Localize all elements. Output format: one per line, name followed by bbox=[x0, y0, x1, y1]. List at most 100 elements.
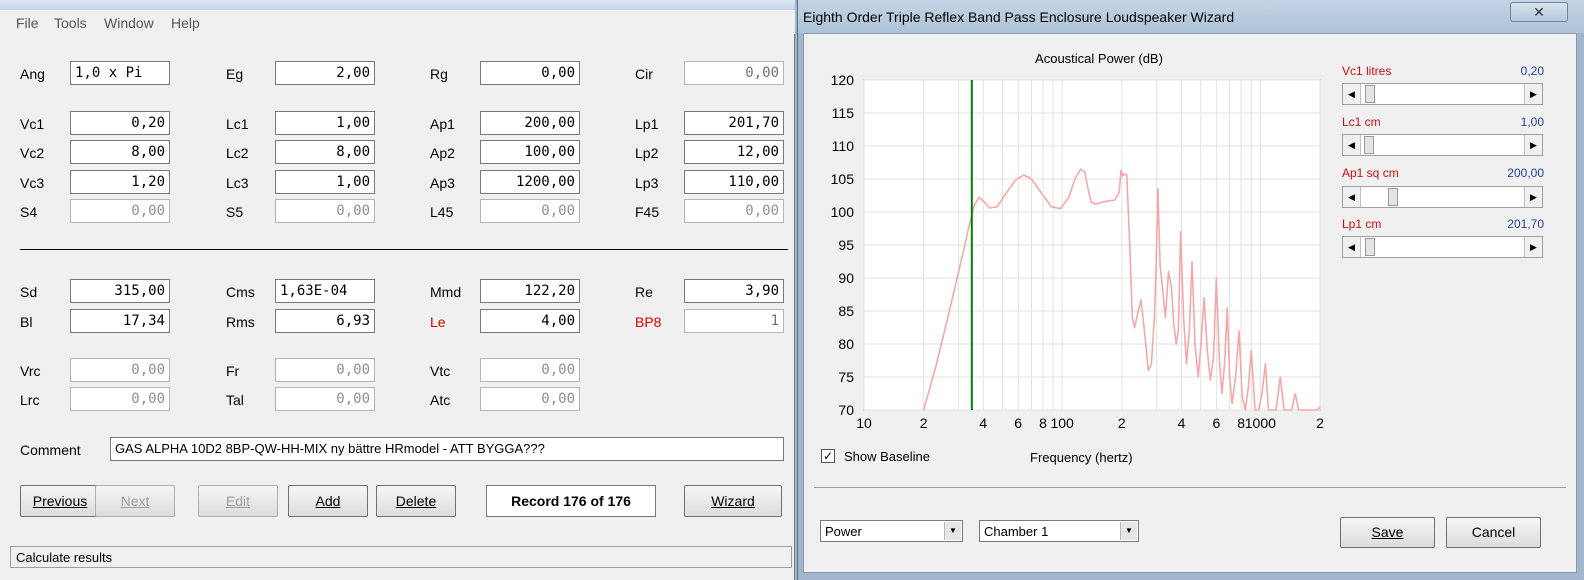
next-button-label: Next bbox=[120, 493, 150, 509]
checkmark-icon: ✓ bbox=[822, 449, 834, 463]
show-baseline-label[interactable]: Show Baseline bbox=[844, 449, 930, 464]
arrow-right-icon[interactable]: ▶ bbox=[1524, 237, 1542, 257]
slider-value-lc1: 1,00 bbox=[1520, 115, 1544, 129]
field-lp1[interactable]: 201,70 bbox=[684, 111, 784, 135]
form-separator bbox=[20, 249, 788, 250]
show-baseline-checkbox[interactable]: ✓ bbox=[821, 449, 835, 463]
field-ap1[interactable]: 200,00 bbox=[480, 111, 580, 135]
close-button[interactable]: ✕ bbox=[1510, 2, 1568, 22]
wizard-button-label: Wizard bbox=[711, 493, 755, 509]
slider-thumb[interactable] bbox=[1387, 188, 1398, 206]
label-ap1: Ap1 bbox=[430, 116, 455, 132]
label-lp3: Lp3 bbox=[635, 175, 659, 191]
arrow-left-icon[interactable]: ◀ bbox=[1343, 135, 1361, 155]
field-bl[interactable]: 17,34 bbox=[70, 309, 170, 333]
field-lc1[interactable]: 1,00 bbox=[275, 111, 375, 135]
field-re[interactable]: 3,90 bbox=[684, 279, 784, 303]
label-eg: Eg bbox=[226, 66, 244, 82]
arrow-left-icon[interactable]: ◀ bbox=[1343, 84, 1361, 104]
label-cms: Cms bbox=[226, 284, 255, 300]
slider-value-ap1: 200,00 bbox=[1507, 166, 1544, 180]
label-f45: F45 bbox=[635, 204, 660, 220]
field-s4: 0,00 bbox=[70, 199, 170, 223]
slider-ap1[interactable]: ◀ ▶ bbox=[1342, 186, 1543, 208]
slider-lp1[interactable]: ◀ ▶ bbox=[1342, 236, 1543, 258]
field-lc3[interactable]: 1,00 bbox=[275, 170, 375, 194]
field-vc3[interactable]: 1,20 bbox=[70, 170, 170, 194]
field-fr: 0,00 bbox=[275, 358, 375, 382]
delete-button[interactable]: Delete bbox=[376, 485, 456, 517]
edit-button-label: Edit bbox=[225, 493, 251, 509]
x-tick-label: 4 bbox=[1178, 415, 1186, 431]
field-ang[interactable]: 1,0 x Pi bbox=[70, 61, 170, 85]
field-lp2[interactable]: 12,00 bbox=[684, 140, 784, 164]
field-eg[interactable]: 2,00 bbox=[275, 61, 375, 85]
slider-thumb[interactable] bbox=[1363, 136, 1374, 154]
wizard-titlebar[interactable]: Eighth Order Triple Reflex Band Pass Enc… bbox=[798, 0, 1584, 33]
arrow-right-icon[interactable]: ▶ bbox=[1524, 84, 1542, 104]
slider-thumb[interactable] bbox=[1365, 85, 1376, 103]
arrow-left-icon[interactable]: ◀ bbox=[1343, 187, 1361, 207]
save-button[interactable]: Save bbox=[1340, 517, 1435, 548]
field-s5: 0,00 bbox=[275, 199, 375, 223]
slider-value-vc1: 0,20 bbox=[1520, 64, 1544, 78]
label-tal: Tal bbox=[226, 392, 244, 408]
field-bp8: 1 bbox=[684, 309, 784, 333]
field-rg[interactable]: 0,00 bbox=[480, 61, 580, 85]
field-vtc: 0,00 bbox=[480, 358, 580, 382]
label-vc3: Vc3 bbox=[20, 175, 45, 191]
field-rms[interactable]: 6,93 bbox=[275, 309, 375, 333]
field-ap3[interactable]: 1200,00 bbox=[480, 170, 580, 194]
save-button-label: Save bbox=[1371, 524, 1404, 540]
y-tick-label: 100 bbox=[831, 204, 855, 220]
parameter-form: Ang 1,0 x Pi Eg 2,00 Rg 0,00 Cir 0,00 Vc… bbox=[6, 34, 794, 544]
field-vc1[interactable]: 0,20 bbox=[70, 111, 170, 135]
menu-window[interactable]: Window bbox=[104, 15, 154, 31]
label-l45: L45 bbox=[430, 204, 454, 220]
wizard-separator bbox=[814, 487, 1566, 488]
x-tick-label: 4 bbox=[979, 415, 987, 431]
field-lp3[interactable]: 110,00 bbox=[684, 170, 784, 194]
add-button[interactable]: Add bbox=[288, 485, 368, 517]
field-lrc: 0,00 bbox=[70, 387, 170, 411]
field-sd[interactable]: 315,00 bbox=[70, 279, 170, 303]
label-ang: Ang bbox=[20, 66, 45, 82]
label-vtc: Vtc bbox=[430, 363, 451, 379]
x-tick-label: 1000 bbox=[1245, 415, 1276, 431]
wizard-button[interactable]: Wizard bbox=[684, 485, 782, 517]
chevron-down-icon[interactable]: ▼ bbox=[944, 522, 961, 540]
slider-vc1[interactable]: ◀ ▶ bbox=[1342, 83, 1543, 105]
arrow-right-icon[interactable]: ▶ bbox=[1524, 187, 1542, 207]
comment-field[interactable]: GAS ALPHA 10D2 8BP-QW-HH-MIX ny bättre H… bbox=[110, 437, 784, 461]
mode-combo[interactable]: Power ▼ bbox=[820, 520, 963, 542]
chevron-down-icon[interactable]: ▼ bbox=[1120, 522, 1137, 540]
menu-file[interactable]: File bbox=[16, 15, 39, 31]
field-l45: 0,00 bbox=[480, 199, 580, 223]
label-sd: Sd bbox=[20, 284, 38, 300]
label-lp1: Lp1 bbox=[635, 116, 659, 132]
y-tick-label: 95 bbox=[838, 237, 854, 253]
record-indicator: Record 176 of 176 bbox=[486, 485, 656, 517]
slider-lc1[interactable]: ◀ ▶ bbox=[1342, 134, 1543, 156]
field-lc2[interactable]: 8,00 bbox=[275, 140, 375, 164]
power-chart: 70758085909510010511011512010 2 4 6 8 100 2 4 6 8… bbox=[831, 72, 1324, 431]
field-cms[interactable]: 1,63E-04 bbox=[275, 279, 375, 303]
slider-thumb[interactable] bbox=[1365, 238, 1376, 256]
field-mmd[interactable]: 122,20 bbox=[480, 279, 580, 303]
field-atc: 0,00 bbox=[480, 387, 580, 411]
field-vc2[interactable]: 8,00 bbox=[70, 140, 170, 164]
x-axis-title: Frequency (hertz) bbox=[1030, 450, 1133, 465]
x-tick-label: 2 bbox=[920, 415, 928, 431]
chamber-combo[interactable]: Chamber 1 ▼ bbox=[979, 520, 1139, 542]
field-le[interactable]: 4,00 bbox=[480, 309, 580, 333]
menu-help[interactable]: Help bbox=[171, 15, 200, 31]
label-cir: Cir bbox=[635, 66, 653, 82]
cancel-button[interactable]: Cancel bbox=[1446, 517, 1541, 548]
arrow-right-icon[interactable]: ▶ bbox=[1524, 135, 1542, 155]
menu-tools[interactable]: Tools bbox=[54, 15, 87, 31]
field-ap2[interactable]: 100,00 bbox=[480, 140, 580, 164]
slider-label-vc1: Vc1 litres bbox=[1342, 64, 1392, 78]
y-tick-label: 80 bbox=[838, 336, 854, 352]
previous-button[interactable]: Previous bbox=[20, 485, 100, 517]
arrow-left-icon[interactable]: ◀ bbox=[1343, 237, 1361, 257]
